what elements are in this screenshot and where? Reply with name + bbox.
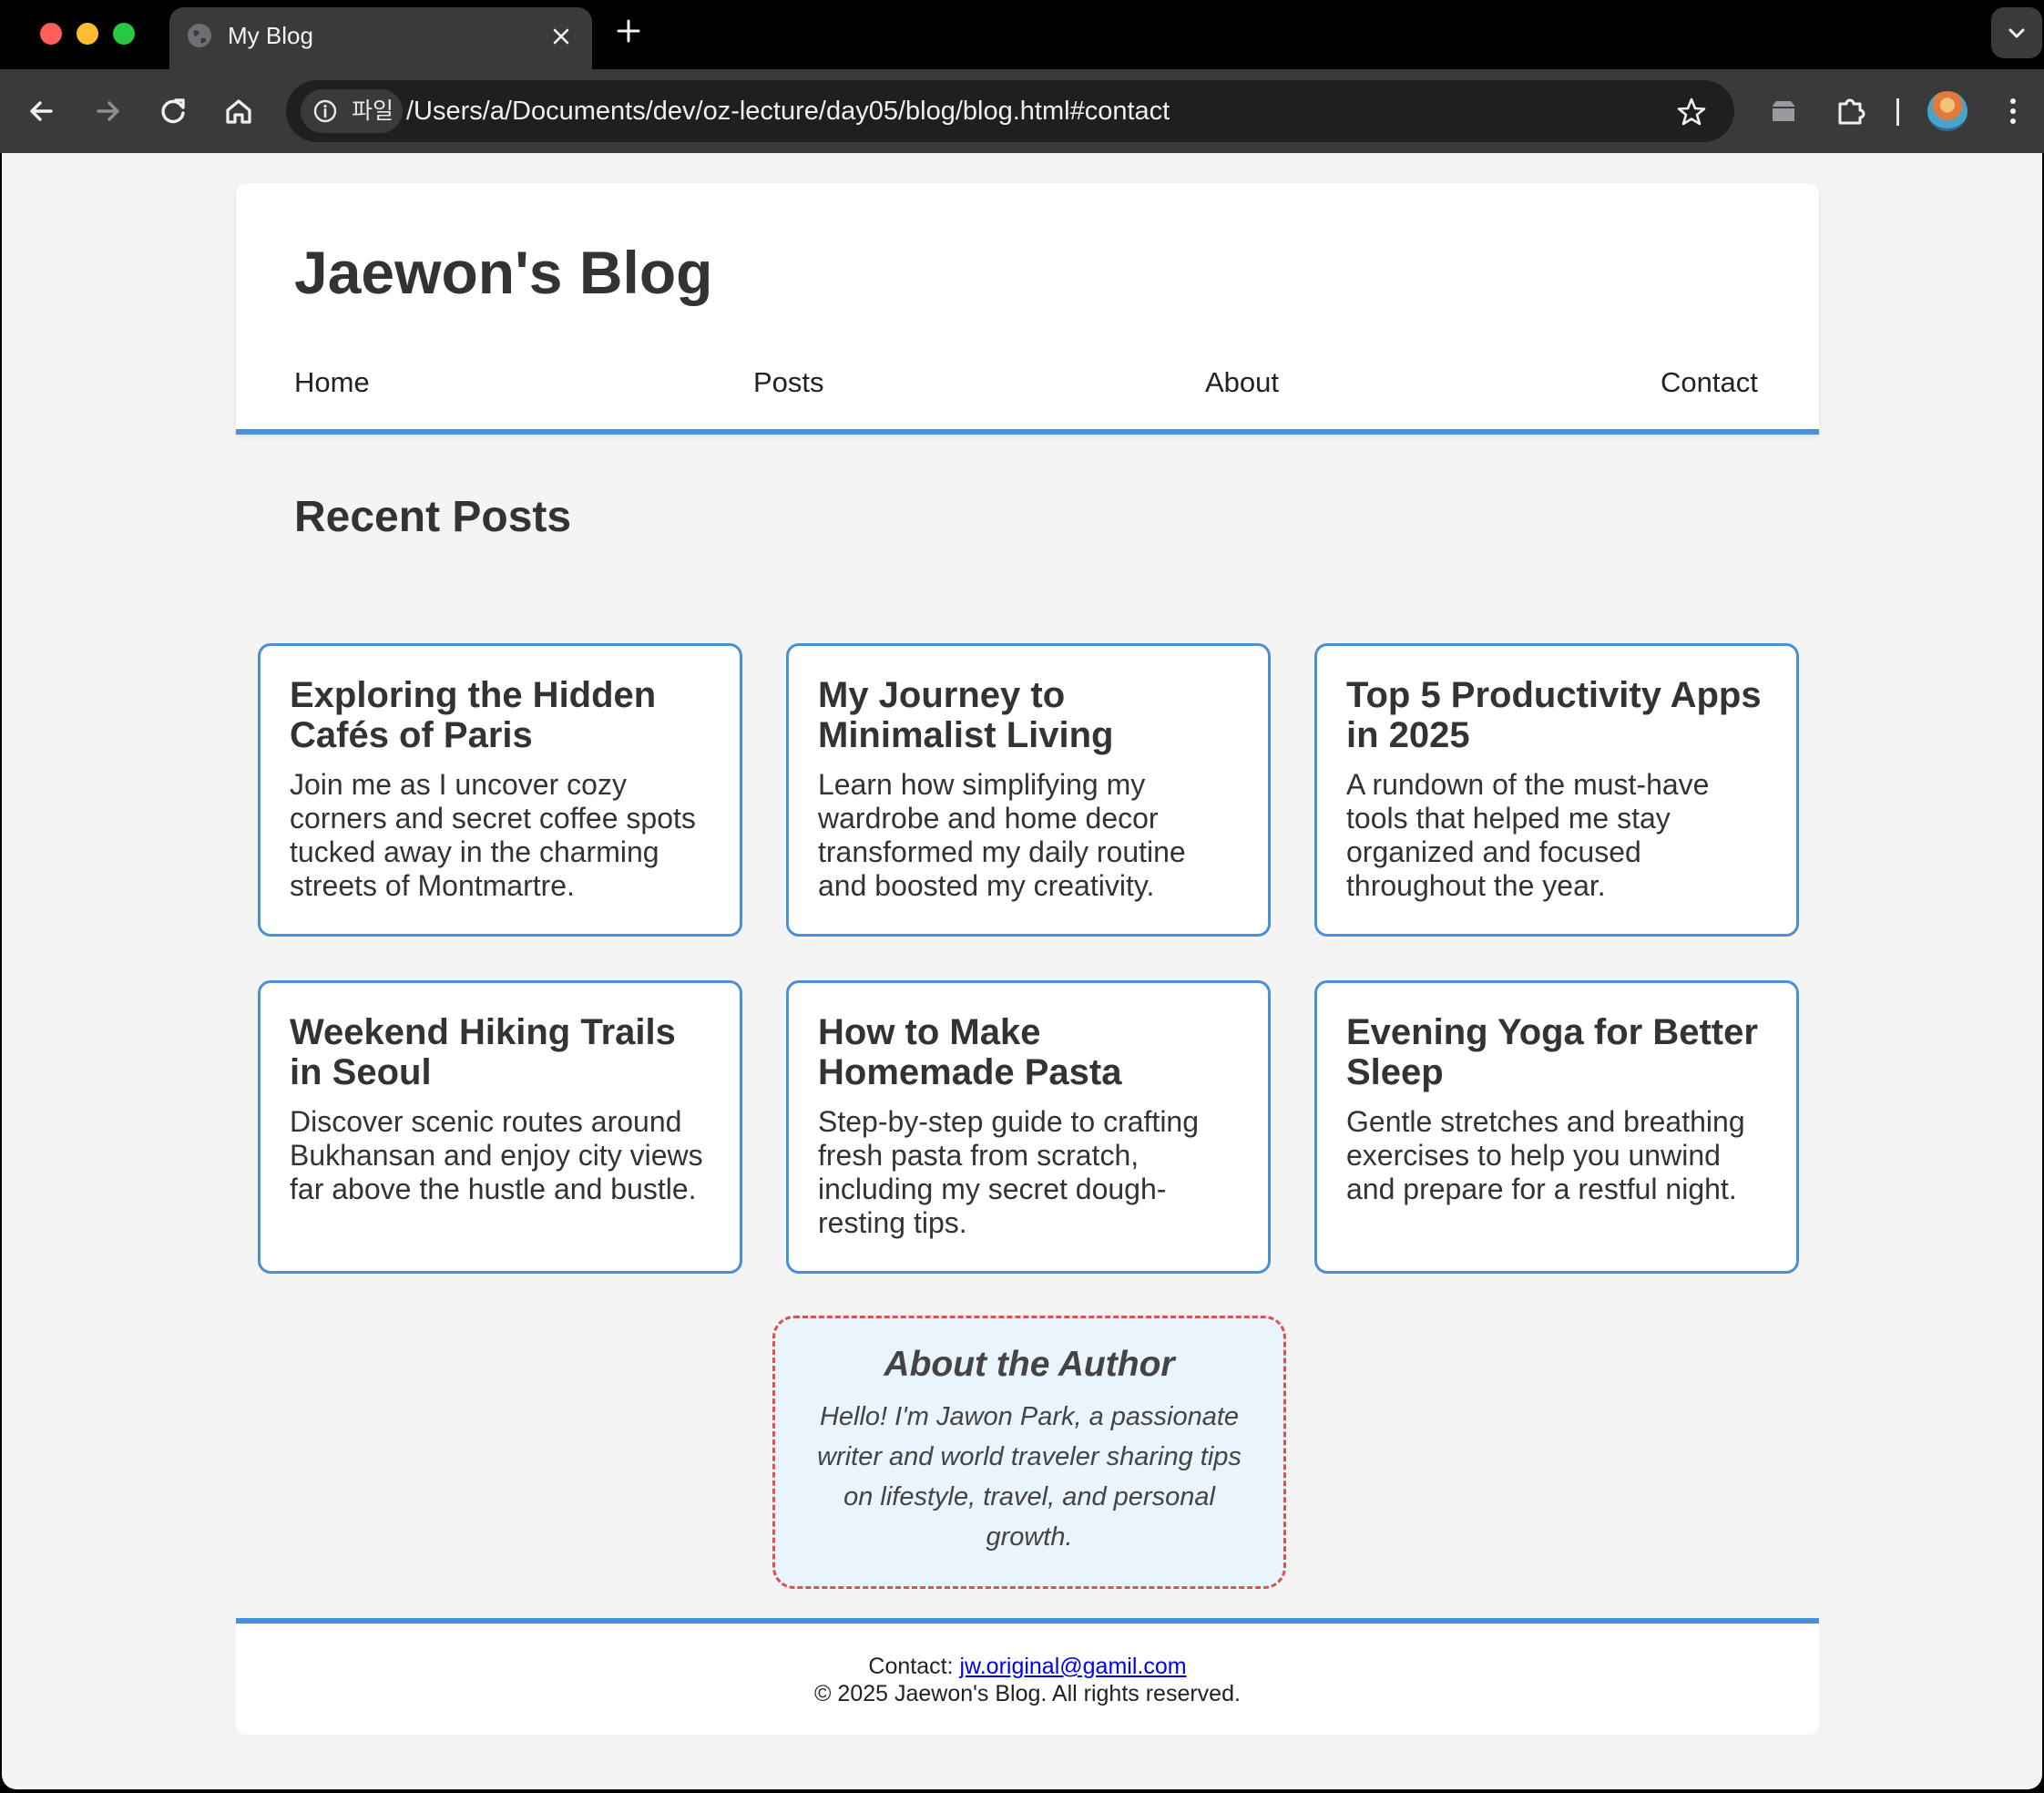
post-title: How to Make Homemade Pasta: [818, 1012, 1122, 1092]
blog-title: Jaewon's Blog: [294, 239, 713, 306]
post-excerpt: Discover scenic routes around Bukhansan …: [290, 1105, 703, 1205]
post-title: Evening Yoga for Better Sleep: [1346, 1012, 1758, 1092]
browser-toolbar: 파일 /Users/a/Documents/dev/oz-lecture/day…: [0, 69, 2044, 153]
footer-contact-line: Contact: jw.original@gamil.com: [236, 1653, 1819, 1680]
site-info-label: 파일: [352, 97, 394, 124]
recent-posts-heading: Recent Posts: [294, 493, 572, 541]
post-card[interactable]: Evening Yoga for Better Sleep Gentle str…: [1314, 980, 1799, 1274]
tab-search-button[interactable]: [1991, 7, 2042, 58]
nav-contact-link[interactable]: Contact: [1661, 365, 1758, 400]
new-tab-button[interactable]: [616, 18, 641, 44]
post-title: Top 5 Productivity Apps in 2025: [1346, 675, 1762, 755]
post-title: Weekend Hiking Trails in Seoul: [290, 1012, 676, 1092]
window-maximize-button[interactable]: [113, 23, 135, 45]
forward-arrow-icon[interactable]: [89, 93, 126, 129]
post-excerpt: Gentle stretches and breathing exercises…: [1346, 1105, 1745, 1205]
tab-strip: My Blog: [0, 0, 2044, 69]
home-icon[interactable]: [220, 93, 257, 129]
post-card[interactable]: Exploring the Hidden Cafés of Paris Join…: [258, 643, 742, 937]
reload-icon[interactable]: [155, 93, 191, 129]
author-heading: About the Author: [884, 1345, 1175, 1384]
chevron-down-icon: [2008, 28, 2025, 38]
post-card[interactable]: Top 5 Productivity Apps in 2025 A rundow…: [1314, 643, 1799, 937]
site-footer: Contact: jw.original@gamil.com © 2025 Ja…: [236, 1618, 1819, 1735]
toolbar-divider: [1896, 98, 1899, 126]
browser-window: My Blog 파일 /Users/a/Documents/dev/oz-lec…: [0, 0, 2044, 1793]
bookmark-star-icon[interactable]: [1676, 97, 1707, 128]
site-info-button[interactable]: 파일: [301, 89, 403, 133]
author-bio: Hello! I'm Jawon Park, a passionate writ…: [817, 1402, 1242, 1552]
close-icon[interactable]: [550, 26, 572, 47]
info-icon: [313, 99, 337, 123]
site-header: Jaewon's Blog Home Posts About Contact: [236, 183, 1819, 435]
post-card[interactable]: How to Make Homemade Pasta Step-by-step …: [786, 980, 1271, 1274]
page-viewport: Jaewon's Blog Home Posts About Contact R…: [2, 153, 2042, 1789]
post-excerpt: Step-by-step guide to crafting fresh pas…: [818, 1105, 1200, 1239]
back-arrow-icon[interactable]: [24, 93, 60, 129]
nav-home-link[interactable]: Home: [294, 365, 370, 400]
footer-email-link[interactable]: jw.original@gamil.com: [959, 1654, 1186, 1679]
globe-icon: [188, 24, 211, 47]
about-author-box: About the Author Hello! I'm Jawon Park, …: [772, 1316, 1286, 1589]
footer-contact-label: Contact:: [868, 1654, 954, 1679]
window-close-button[interactable]: [40, 23, 62, 45]
tab-my-blog[interactable]: My Blog: [169, 7, 592, 69]
post-card[interactable]: Weekend Hiking Trails in Seoul Discover …: [258, 980, 742, 1274]
window-minimize-button[interactable]: [77, 23, 98, 45]
nav-posts-link[interactable]: Posts: [753, 365, 824, 400]
tab-title: My Blog: [228, 22, 313, 49]
extensions-puzzle-icon[interactable]: [1833, 93, 1869, 129]
address-bar[interactable]: 파일 /Users/a/Documents/dev/oz-lecture/day…: [286, 80, 1734, 142]
nav-about-link[interactable]: About: [1205, 365, 1279, 400]
post-card[interactable]: My Journey to Minimalist Living Learn ho…: [786, 643, 1271, 937]
post-title: Exploring the Hidden Cafés of Paris: [290, 675, 657, 755]
profile-avatar[interactable]: [1927, 91, 1967, 131]
post-title: My Journey to Minimalist Living: [818, 675, 1114, 755]
post-excerpt: A rundown of the must-have tools that he…: [1346, 768, 1710, 902]
post-excerpt: Learn how simplifying my wardrobe and ho…: [818, 768, 1186, 902]
more-menu-icon[interactable]: [1995, 93, 2031, 129]
tab-groups-icon[interactable]: [1765, 93, 1802, 129]
url-text[interactable]: /Users/a/Documents/dev/oz-lecture/day05/…: [406, 95, 1170, 128]
footer-copyright: © 2025 Jaewon's Blog. All rights reserve…: [814, 1681, 1241, 1706]
post-excerpt: Join me as I uncover cozy corners and se…: [290, 768, 696, 902]
